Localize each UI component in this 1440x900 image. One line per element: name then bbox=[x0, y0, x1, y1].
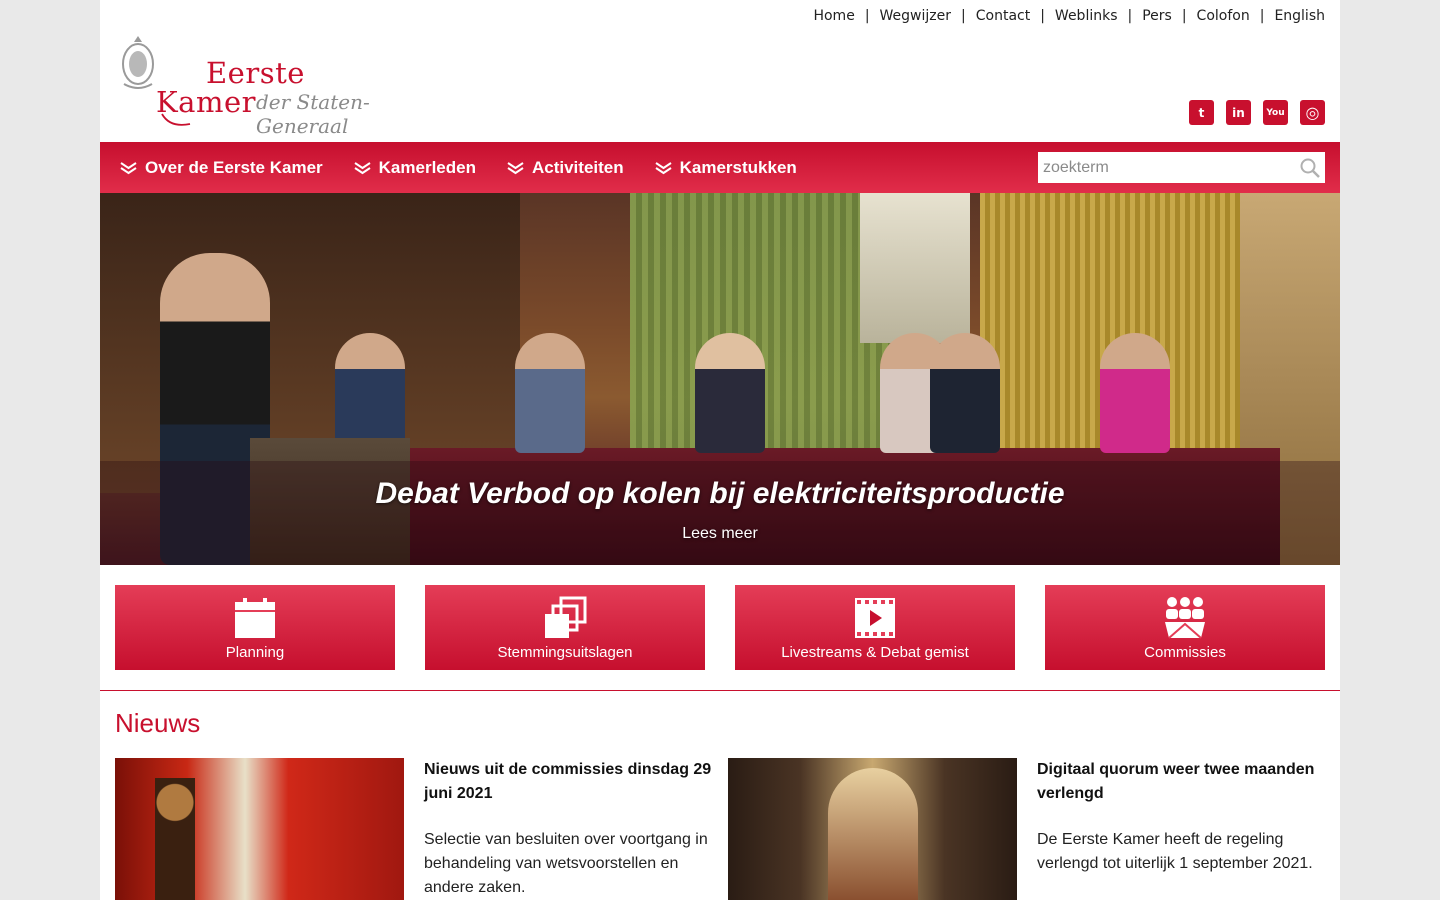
news-headline[interactable]: Nieuws uit de commissies dinsdag 29 juni… bbox=[424, 758, 714, 806]
calendar-icon bbox=[235, 598, 275, 638]
news-image-detail bbox=[828, 768, 918, 900]
hero-photo-person bbox=[695, 333, 765, 453]
logo-line-3: der Staten-Generaal bbox=[256, 90, 370, 138]
tile-commissies[interactable]: Commissies bbox=[1045, 585, 1325, 670]
separator: | bbox=[864, 8, 870, 24]
nav-item-over[interactable]: Over de Eerste Kamer bbox=[120, 158, 323, 178]
double-chevron-down-icon bbox=[507, 161, 524, 174]
nav-item-label: Kamerstukken bbox=[679, 157, 797, 177]
double-chevron-down-icon bbox=[655, 161, 672, 174]
top-link-wegwijzer[interactable]: Wegwijzer bbox=[880, 8, 951, 24]
nav-item-label: Over de Eerste Kamer bbox=[145, 157, 323, 177]
page: Home | Wegwijzer | Contact | Weblinks | … bbox=[100, 0, 1340, 900]
tile-livestreams[interactable]: Livestreams & Debat gemist bbox=[735, 585, 1015, 670]
twitter-icon[interactable]: t bbox=[1189, 100, 1214, 125]
separator: | bbox=[1259, 8, 1265, 24]
hero-title[interactable]: Debat Verbod op kolen bij elektriciteits… bbox=[100, 477, 1340, 511]
video-play-icon bbox=[855, 598, 895, 638]
hero-read-more-link[interactable]: Lees meer bbox=[100, 525, 1340, 543]
section-divider bbox=[100, 690, 1340, 691]
news-summary: De Eerste Kamer heeft de regeling verlen… bbox=[1037, 831, 1313, 872]
tile-label: Planning bbox=[225, 644, 285, 661]
tile-label: Commissies bbox=[1144, 644, 1226, 661]
quick-links: Planning Stemmingsuitslagen Livestreams … bbox=[115, 585, 1325, 670]
top-link-weblinks[interactable]: Weblinks bbox=[1055, 8, 1118, 24]
nav-item-kamerstukken[interactable]: Kamerstukken bbox=[655, 158, 797, 178]
news-image[interactable] bbox=[115, 758, 404, 900]
news-image[interactable] bbox=[728, 758, 1017, 900]
search-input[interactable] bbox=[1038, 158, 1288, 177]
separator: | bbox=[1127, 8, 1133, 24]
site-logo[interactable]: Eerste Kamer der Staten-Generaal bbox=[120, 34, 440, 138]
top-link-contact[interactable]: Contact bbox=[976, 8, 1030, 24]
stack-icon bbox=[545, 596, 587, 638]
separator: | bbox=[1040, 8, 1045, 24]
youtube-icon[interactable]: You bbox=[1263, 100, 1288, 125]
social-links: t in You ◎ bbox=[1189, 100, 1325, 125]
top-link-english[interactable]: English bbox=[1274, 8, 1325, 24]
nav-item-label: Kamerleden bbox=[378, 157, 476, 177]
hero-photo-window bbox=[860, 193, 970, 343]
tile-stemmingsuitslagen[interactable]: Stemmingsuitslagen bbox=[425, 585, 705, 670]
nav-item-kamerleden[interactable]: Kamerleden bbox=[354, 158, 476, 178]
double-chevron-down-icon bbox=[354, 161, 371, 174]
tile-planning[interactable]: Planning bbox=[115, 585, 395, 670]
top-links: Home | Wegwijzer | Contact | Weblinks | … bbox=[813, 8, 1325, 24]
logo-swash-icon bbox=[161, 113, 191, 126]
hero-photo-person bbox=[335, 333, 405, 453]
search-box bbox=[1038, 152, 1325, 183]
hero-photo-person bbox=[1100, 333, 1170, 453]
news-summary: Selectie van besluiten over voortgang in… bbox=[424, 831, 708, 896]
tile-label: Livestreams & Debat gemist bbox=[781, 644, 969, 661]
top-link-home[interactable]: Home bbox=[813, 8, 854, 24]
news-image-detail bbox=[155, 778, 195, 900]
news-headline[interactable]: Digitaal quorum weer twee maanden verlen… bbox=[1037, 758, 1327, 806]
tile-label: Stemmingsuitslagen bbox=[497, 644, 633, 661]
top-link-colofon[interactable]: Colofon bbox=[1197, 8, 1250, 24]
hero-banner[interactable]: Debat Verbod op kolen bij elektriciteits… bbox=[100, 193, 1340, 565]
crest-icon bbox=[122, 36, 154, 89]
instagram-icon[interactable]: ◎ bbox=[1300, 100, 1325, 125]
linkedin-icon[interactable]: in bbox=[1226, 100, 1251, 125]
nav-item-label: Activiteiten bbox=[531, 157, 624, 177]
nav-item-activiteiten[interactable]: Activiteiten bbox=[507, 158, 624, 178]
news-section-title: Nieuws bbox=[115, 708, 201, 738]
hero-photo-person bbox=[515, 333, 585, 453]
top-link-pers[interactable]: Pers bbox=[1142, 8, 1172, 24]
committee-icon bbox=[1165, 597, 1205, 639]
search-icon[interactable] bbox=[1299, 157, 1321, 179]
hero-photo-person bbox=[930, 333, 1000, 453]
double-chevron-down-icon bbox=[120, 161, 137, 174]
separator: | bbox=[961, 8, 966, 24]
separator: | bbox=[1181, 8, 1187, 24]
main-nav: Over de Eerste Kamer Kamerleden Activite… bbox=[100, 142, 1340, 193]
